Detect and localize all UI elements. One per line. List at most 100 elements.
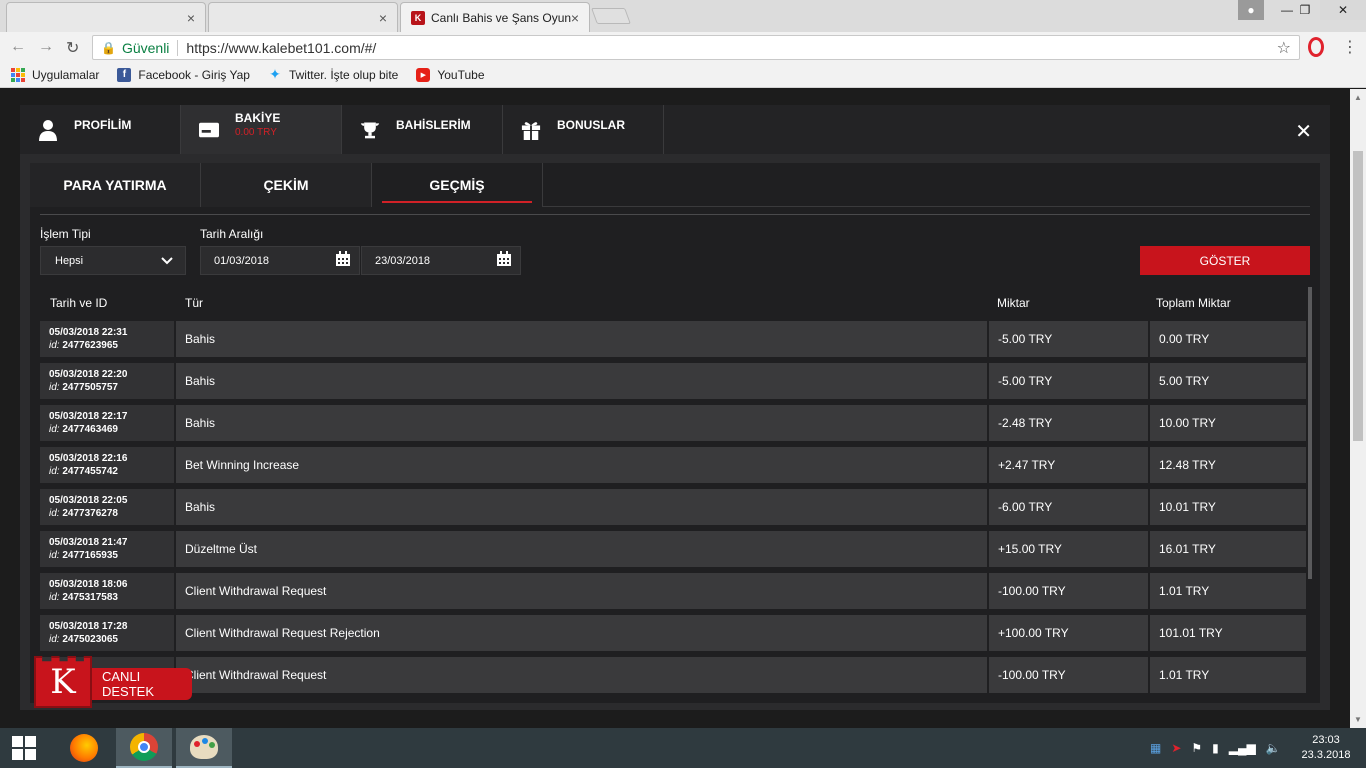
balance-panel: PARA YATIRMA ÇEKİM GEÇMİŞ İşlem Tipi Hep… <box>30 163 1320 703</box>
browser-tab-2[interactable]: × <box>208 2 398 32</box>
transaction-type-select[interactable]: Hepsi <box>40 246 186 275</box>
battery-icon[interactable]: ▮ <box>1212 741 1219 755</box>
row-date: 05/03/2018 21:47 <box>49 537 128 548</box>
row-id: 2477623965 <box>62 340 118 351</box>
tab-history[interactable]: GEÇMİŞ <box>372 163 543 207</box>
tab-withdraw[interactable]: ÇEKİM <box>201 163 372 207</box>
row-amount: +2.47 TRY <box>989 447 1148 483</box>
date-to-input[interactable]: 23/03/2018 <box>361 246 521 275</box>
row-date: 05/03/2018 17:28 <box>49 621 128 632</box>
tab-balance[interactable]: BAKİYE 0.00 TRY <box>181 105 342 154</box>
volume-icon[interactable]: 🔈 <box>1266 741 1281 755</box>
bookmark-label: Facebook - Giriş Yap <box>138 67 250 82</box>
row-amount: -5.00 TRY <box>989 363 1148 399</box>
id-prefix: id: <box>49 340 60 351</box>
tab-label: BONUSLAR <box>557 117 625 132</box>
date-range-label: Tarih Aralığı <box>200 227 264 241</box>
signal-icon[interactable]: ▂▄▆ <box>1229 741 1256 755</box>
tab-close-icon[interactable]: × <box>379 10 387 26</box>
address-bar[interactable]: 🔒 Güvenli https://www.kalebet101.com/#/ … <box>92 35 1300 60</box>
bookmark-apps[interactable]: Uygulamalar <box>11 67 99 82</box>
select-value: Hepsi <box>55 254 84 267</box>
browser-tab-1[interactable]: × <box>6 2 206 32</box>
scroll-down-icon[interactable]: ▼ <box>1354 715 1362 724</box>
tab-deposit[interactable]: PARA YATIRMA <box>30 163 201 207</box>
start-button[interactable] <box>0 728 48 768</box>
row-date: 05/03/2018 22:17 <box>49 411 128 422</box>
window-close-icon[interactable]: ✕ <box>1320 0 1366 20</box>
bookmark-label: Twitter. İşte olup bite <box>288 67 399 82</box>
bookmark-twitter[interactable]: ✦ Twitter. İşte olup bite <box>268 66 399 82</box>
date-from-input[interactable]: 01/03/2018 <box>200 246 360 275</box>
bookmark-youtube[interactable]: ▶ YouTube <box>416 67 485 82</box>
antivirus-tray-icon[interactable]: ➤ <box>1171 741 1181 755</box>
tab-profile[interactable]: PROFİLİM <box>20 105 181 154</box>
row-type: Client Withdrawal Request <box>176 573 987 609</box>
row-total: 10.00 TRY <box>1150 405 1306 441</box>
id-prefix: id: <box>49 508 60 519</box>
menu-dots-icon[interactable]: ⋮ <box>1342 37 1358 57</box>
row-date: 05/03/2018 22:31 <box>49 327 128 338</box>
tab-bonuses[interactable]: BONUSLAR <box>503 105 664 154</box>
table-scrollbar[interactable] <box>1308 287 1312 579</box>
opera-extension-icon[interactable] <box>1308 37 1324 57</box>
calendar-icon[interactable] <box>335 251 351 270</box>
user-profile-icon[interactable]: ● <box>1238 0 1264 20</box>
bookmark-facebook[interactable]: f Facebook - Giriş Yap <box>117 67 250 82</box>
kalebet-favicon-icon: K <box>411 11 425 25</box>
restore-icon[interactable]: ❐ <box>1290 0 1320 20</box>
id-prefix: id: <box>49 550 60 561</box>
row-id: 2477376278 <box>62 508 118 519</box>
table-header: Tarih ve ID Tür Miktar Toplam Miktar <box>40 287 1306 319</box>
account-modal: PROFİLİM BAKİYE 0.00 TRY BAHİSLERİM BONU… <box>20 105 1330 710</box>
bookmark-star-icon[interactable]: ☆ <box>1277 38 1291 58</box>
clock-date: 23.3.2018 <box>1301 749 1351 761</box>
live-support-button[interactable]: CANLI DESTEK K <box>34 656 192 708</box>
page-scrollbar[interactable]: ▲ ▼ <box>1350 89 1366 728</box>
row-amount: +15.00 TRY <box>989 531 1148 567</box>
row-total: 1.01 TRY <box>1150 573 1306 609</box>
network-tray-icon[interactable]: ▦ <box>1150 741 1161 755</box>
modal-close-icon[interactable]: ✕ <box>1295 119 1312 144</box>
scrollbar-thumb[interactable] <box>1353 151 1363 441</box>
divider <box>177 39 179 56</box>
taskbar-paint[interactable] <box>176 728 232 768</box>
table-row: 05/03/2018 22:20 id: 2477505757 Bahis -5.… <box>40 363 1306 399</box>
row-id: 2475317583 <box>62 592 118 603</box>
account-tabs: PROFİLİM BAKİYE 0.00 TRY BAHİSLERİM BONU… <box>20 105 1330 154</box>
row-amount: -5.00 TRY <box>989 321 1148 357</box>
reload-icon[interactable]: ↻ <box>66 38 79 58</box>
show-button[interactable]: GÖSTER <box>1140 246 1310 275</box>
browser-toolbar: ← → ↻ 🔒 Güvenli https://www.kalebet101.c… <box>0 32 1366 62</box>
firefox-icon <box>70 734 98 762</box>
row-type: Bahis <box>176 405 987 441</box>
scroll-up-icon[interactable]: ▲ <box>1354 93 1362 102</box>
row-id: 2475023065 <box>62 634 118 645</box>
taskbar-clock[interactable]: 23:03 23.3.2018 <box>1296 733 1356 763</box>
back-arrow-icon[interactable]: ← <box>10 38 26 56</box>
row-id: 2477463469 <box>62 424 118 435</box>
table-row: 05/03/2018 22:05 id: 2477376278 Bahis -6.… <box>40 489 1306 525</box>
youtube-icon: ▶ <box>416 67 431 82</box>
table-row: 05/03/2018 22:16 id: 2477455742 Bet Winni… <box>40 447 1306 483</box>
row-id: 2477505757 <box>62 382 118 393</box>
url-text[interactable]: https://www.kalebet101.com/#/ <box>186 40 376 56</box>
system-tray: ▦ ➤ ⚑ ▮ ▂▄▆ 🔈 <box>1150 728 1281 768</box>
tab-my-bets[interactable]: BAHİSLERİM <box>342 105 503 154</box>
row-total: 1.01 TRY <box>1150 657 1306 693</box>
table-row: 05/03/2018 21:47 id: 2477165935 Düzeltme … <box>40 531 1306 567</box>
taskbar-firefox[interactable] <box>56 728 112 768</box>
column-header-amount: Miktar <box>997 296 1030 310</box>
calendar-icon[interactable] <box>496 251 512 270</box>
flag-tray-icon[interactable]: ⚑ <box>1191 741 1202 755</box>
forward-arrow-icon[interactable]: → <box>38 38 54 56</box>
taskbar-chrome[interactable] <box>116 728 172 768</box>
twitter-icon: ✦ <box>269 66 281 82</box>
new-tab-button[interactable] <box>591 8 631 24</box>
row-amount: -2.48 TRY <box>989 405 1148 441</box>
tab-close-icon[interactable]: × <box>187 10 195 26</box>
windows-taskbar: ▦ ➤ ⚑ ▮ ▂▄▆ 🔈 23:03 23.3.2018 <box>0 728 1366 768</box>
browser-tab-active[interactable]: K Canlı Bahis ve Şans Oyun × <box>400 2 590 33</box>
tab-close-icon[interactable]: × <box>571 10 579 26</box>
table-row: 05/03/2018 22:31 id: 2477623965 Bahis -5.… <box>40 321 1306 357</box>
